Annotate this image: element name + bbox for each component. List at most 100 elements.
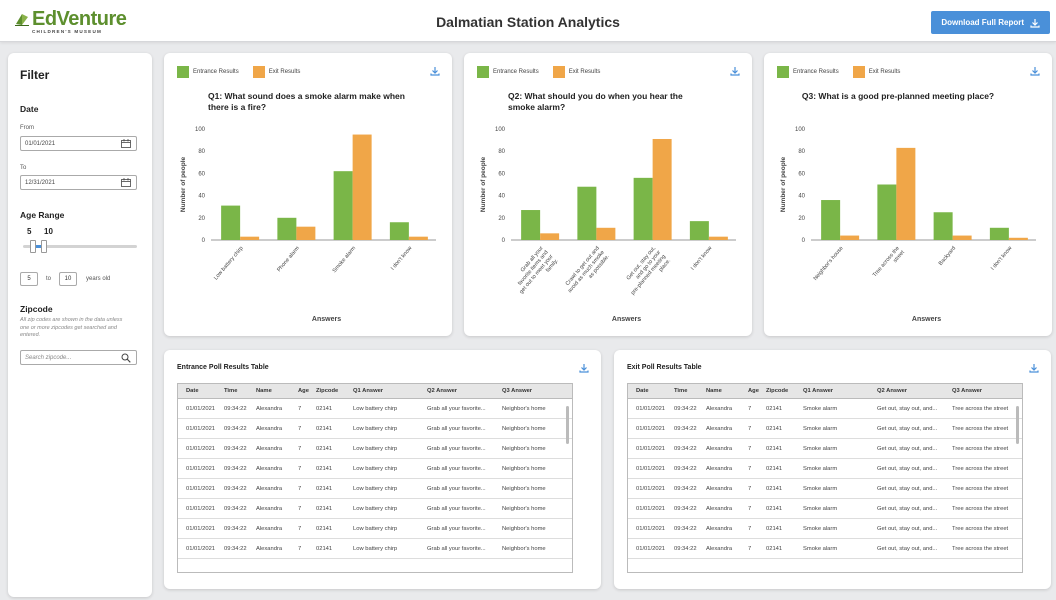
age-min-handle[interactable] [30, 240, 37, 253]
download-full-report-button[interactable]: Download Full Report [931, 11, 1050, 34]
table-cell: 09:34:22 [674, 505, 697, 512]
exit-bar[interactable] [896, 147, 916, 240]
table-cell: 02141 [316, 545, 333, 552]
entrance-bar[interactable] [221, 205, 241, 240]
table-cell: Alexandra [256, 465, 283, 472]
column-header[interactable]: Q3 Answer [498, 388, 572, 394]
column-header[interactable]: Q1 Answer [799, 388, 873, 394]
column-header[interactable]: Q3 Answer [948, 388, 1022, 394]
exit-results-table[interactable]: Date Time Name Age Zipcode Q1 Answer Q2 Answer… [627, 383, 1023, 573]
to-date-value: 12/31/2021 [25, 179, 56, 186]
table-row[interactable]: 01/01/2021 09:34:22 Alexandra 7 02141 Low bat… [178, 479, 572, 499]
table-row[interactable]: 01/01/2021 09:34:22 Alexandra 7 02141 Smoke a… [628, 479, 1022, 499]
y-tick-label: 20 [498, 216, 505, 222]
to-date-input[interactable]: 12/31/2021 [20, 175, 137, 190]
table-cell: 01/01/2021 [186, 465, 216, 472]
exit-bar[interactable] [352, 134, 372, 240]
column-header[interactable]: Q1 Answer [349, 388, 423, 394]
table-row[interactable]: 01/01/2021 09:34:22 Alexandra 7 02141 Low bat… [178, 399, 572, 419]
column-header[interactable]: Time [670, 388, 702, 394]
column-header[interactable]: Date [178, 388, 220, 394]
entrance-results-table[interactable]: Date Time Name Age Zipcode Q1 Answer Q2 Answer… [177, 383, 573, 573]
app-header: EdVenture CHILDREN'S MUSEUM Dalmatian St… [0, 0, 1056, 42]
column-header[interactable]: Time [220, 388, 252, 394]
calendar-icon[interactable] [121, 139, 131, 148]
table-row[interactable]: 01/01/2021 09:34:22 Alexandra 7 02141 Smoke a… [628, 499, 1022, 519]
column-header[interactable]: Name [252, 388, 294, 394]
table-cell: Smoke alarm [803, 545, 838, 552]
age-max-input[interactable]: 10 [59, 272, 77, 286]
column-header[interactable]: Zipcode [762, 388, 799, 394]
column-header[interactable]: Q2 Answer [423, 388, 498, 394]
table-row[interactable]: 01/01/2021 09:34:22 Alexandra 7 02141 Low bat… [178, 459, 572, 479]
x-axis-label: Answers [312, 316, 341, 323]
entrance-bar[interactable] [577, 186, 597, 240]
y-tick-label: 0 [502, 238, 506, 244]
table-row[interactable]: 01/01/2021 09:34:22 Alexandra 7 02141 Smoke a… [628, 519, 1022, 539]
table-scrollbar[interactable] [1016, 406, 1019, 444]
entrance-bar[interactable] [821, 200, 841, 240]
from-date-input[interactable]: 01/01/2021 [20, 136, 137, 151]
entrance-bar[interactable] [389, 222, 409, 240]
exit-bar[interactable] [296, 226, 316, 240]
column-header[interactable]: Name [702, 388, 744, 394]
download-icon[interactable] [579, 363, 589, 373]
table-row[interactable]: 01/01/2021 09:34:22 Alexandra 7 02141 Smoke a… [628, 539, 1022, 559]
age-min-input[interactable]: 5 [20, 272, 38, 286]
entrance-bar[interactable] [989, 227, 1009, 240]
table-row[interactable]: 01/01/2021 09:34:22 Alexandra 7 02141 Low bat… [178, 419, 572, 439]
exit-bar[interactable] [652, 138, 672, 240]
table-cell: 02141 [766, 425, 783, 432]
entrance-bar[interactable] [877, 184, 897, 241]
table-row[interactable]: 01/01/2021 09:34:22 Alexandra 7 02141 Low bat… [178, 539, 572, 559]
exit-bar[interactable] [408, 236, 428, 240]
table-cell: Alexandra [706, 445, 733, 452]
y-tick-label: 80 [498, 149, 505, 155]
logo-subtitle: CHILDREN'S MUSEUM [32, 29, 102, 34]
exit-bar[interactable] [540, 233, 560, 240]
table-cell: Low battery chirp [353, 505, 398, 512]
calendar-icon[interactable] [121, 178, 131, 187]
table-row[interactable]: 01/01/2021 09:34:22 Alexandra 7 02141 Low bat… [178, 519, 572, 539]
table-row[interactable]: 01/01/2021 09:34:22 Alexandra 7 02141 Smoke a… [628, 459, 1022, 479]
entrance-bar[interactable] [333, 171, 353, 240]
table-cell: Low battery chirp [353, 465, 398, 472]
table-row[interactable]: 01/01/2021 09:34:22 Alexandra 7 02141 Low bat… [178, 439, 572, 459]
exit-bar[interactable] [840, 235, 860, 240]
table-scrollbar[interactable] [566, 406, 569, 444]
column-header[interactable]: Date [628, 388, 670, 394]
exit-bar[interactable] [1008, 237, 1028, 240]
exit-bar[interactable] [708, 236, 728, 240]
column-header[interactable]: Q2 Answer [873, 388, 948, 394]
table-row[interactable]: 01/01/2021 09:34:22 Alexandra 7 02141 Low bat… [178, 499, 572, 519]
y-axis-label: Number of people [180, 156, 187, 212]
table-cell: Get out, stay out, and... [877, 545, 938, 552]
table-row[interactable]: 01/01/2021 09:34:22 Alexandra 7 02141 Smoke a… [628, 419, 1022, 439]
table-row[interactable]: 01/01/2021 09:34:22 Alexandra 7 02141 Smoke a… [628, 439, 1022, 459]
download-icon[interactable] [1029, 363, 1039, 373]
entrance-bar[interactable] [277, 217, 297, 240]
entrance-bar[interactable] [633, 177, 653, 240]
table-cell: Get out, stay out, and... [877, 485, 938, 492]
table-cell: 01/01/2021 [636, 425, 666, 432]
column-header[interactable]: Age [294, 388, 312, 394]
entrance-bar[interactable] [521, 210, 541, 240]
column-header[interactable]: Age [744, 388, 762, 394]
table-cell: Tree across the street [952, 425, 1009, 432]
exit-bar[interactable] [240, 236, 260, 240]
age-max-handle[interactable] [40, 240, 47, 253]
exit-bar[interactable] [952, 235, 972, 240]
table-cell: Low battery chirp [353, 405, 398, 412]
table-row[interactable]: 01/01/2021 09:34:22 Alexandra 7 02141 Smoke a… [628, 399, 1022, 419]
zipcode-search-input[interactable]: Search zipcode... [20, 350, 137, 365]
table-cell: Alexandra [256, 505, 283, 512]
table-cell: 01/01/2021 [186, 505, 216, 512]
entrance-bar[interactable] [689, 221, 709, 240]
column-header[interactable]: Zipcode [312, 388, 349, 394]
y-tick-label: 60 [198, 171, 205, 177]
exit-bar[interactable] [596, 227, 616, 240]
age-range-slider[interactable] [23, 240, 137, 253]
search-icon[interactable] [121, 353, 131, 363]
table-cell: 02141 [766, 445, 783, 452]
entrance-bar[interactable] [933, 212, 953, 240]
